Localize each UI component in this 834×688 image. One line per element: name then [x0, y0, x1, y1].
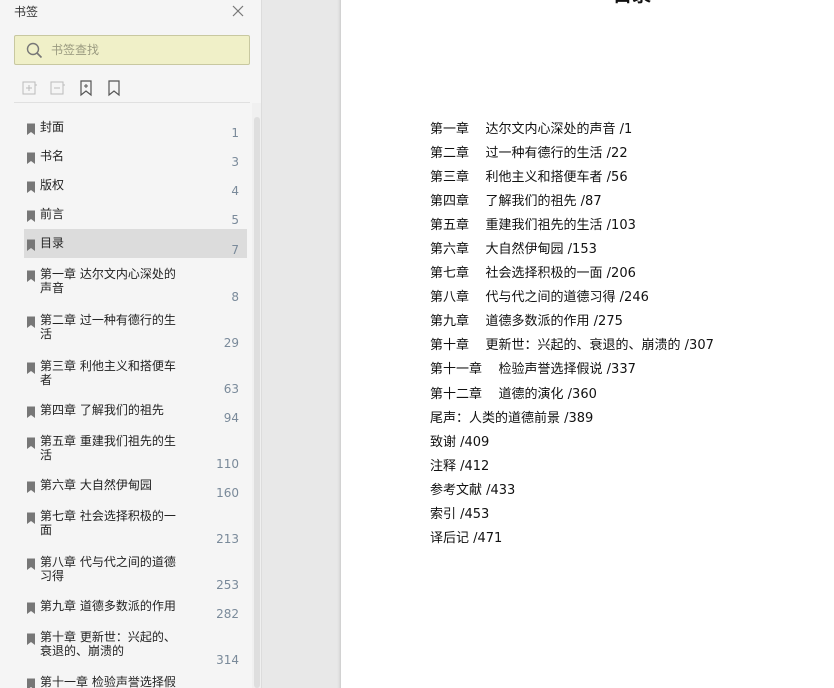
- bookmark-icon: [26, 121, 36, 135]
- bookmark-page-number: 4: [231, 184, 239, 198]
- bookmark-icon: [26, 150, 36, 164]
- bookmark-page-number: 1: [231, 126, 239, 140]
- bookmark-search-box[interactable]: [14, 35, 250, 65]
- bookmark-page-number: 63: [223, 382, 239, 396]
- bookmark-icon: [26, 179, 36, 193]
- toc-entry[interactable]: 尾声：人类的道德前景 /389: [430, 407, 593, 426]
- add-bookmark-icon[interactable]: [76, 78, 96, 98]
- bookmark-scrollbar[interactable]: [252, 103, 261, 688]
- bookmark-label: 第十一章 检验声誉选择假: [40, 675, 176, 688]
- bookmark-item[interactable]: 第八章 代与代之间的道德习得 253: [24, 552, 247, 593]
- bookmark-page-number: 29: [223, 336, 239, 350]
- bookmark-label: 第四章 了解我们的祖先: [40, 403, 164, 417]
- bookmark-item[interactable]: 第九章 道德多数派的作用 282: [24, 596, 247, 622]
- bookmark-icon: [26, 676, 36, 688]
- bookmark-item[interactable]: 第五章 重建我们祖先的生活 110: [24, 431, 247, 472]
- bookmark-label: 封面: [40, 120, 65, 134]
- toc-entry[interactable]: 第十二章 道德的演化 /360: [430, 383, 597, 402]
- bookmark-search-input[interactable]: [51, 36, 241, 64]
- close-icon[interactable]: [229, 2, 247, 20]
- toc-entry[interactable]: 致谢 /409: [430, 431, 489, 450]
- bookmark-icon: [26, 314, 36, 328]
- toc-entry[interactable]: 第四章 了解我们的祖先 /87: [430, 190, 602, 209]
- bookmark-label: 版权: [40, 178, 65, 192]
- collapse-all-icon[interactable]: [48, 78, 68, 98]
- bookmark-page-number: 7: [231, 243, 239, 257]
- bookmark-page-number: 160: [216, 486, 239, 500]
- bookmark-item[interactable]: 第二章 过一种有德行的生活 29: [24, 310, 247, 351]
- search-icon: [26, 42, 43, 59]
- bookmark-page-number: 3: [231, 155, 239, 169]
- bookmark-item[interactable]: 封面 1: [24, 117, 247, 141]
- bookmark-label: 书名: [40, 149, 65, 163]
- bookmark-icon: [26, 600, 36, 614]
- toc-entry[interactable]: 参考文献 /433: [430, 479, 515, 498]
- document-view[interactable]: 目录 第一章 达尔文内心深处的声音 /1 第二章 过一种有德行的生活 /22 第…: [263, 0, 834, 688]
- bookmark-panel: 书签 书签查找 封面 1 书名 3 版权 4 前言 5 目录 7 第一章 达尔文…: [0, 0, 262, 688]
- bookmark-label: 前言: [40, 207, 65, 221]
- toc-entry[interactable]: 译后记 /471: [430, 527, 502, 546]
- toc-entry[interactable]: 第三章 利他主义和搭便车者 /56: [430, 166, 628, 185]
- bookmark-page-number: 110: [216, 457, 239, 471]
- bookmark-item[interactable]: 第七章 社会选择积极的一面 213: [24, 506, 247, 547]
- expand-all-icon[interactable]: [20, 78, 40, 98]
- bookmark-item[interactable]: 第一章 达尔文内心深处的声音 8: [24, 264, 247, 305]
- page-heading: 目录: [341, 0, 834, 7]
- bookmark-icon: [26, 237, 36, 251]
- bookmark-page-number: 5: [231, 213, 239, 227]
- bookmark-panel-title: 书签: [14, 5, 39, 19]
- bookmark-icon: [26, 208, 36, 222]
- bookmark-item[interactable]: 书名 3: [24, 146, 247, 170]
- bookmark-icon: [26, 435, 36, 449]
- bookmark-item[interactable]: 第六章 大自然伊甸园 160: [24, 475, 247, 501]
- bookmark-item-selected[interactable]: 目录 7: [24, 229, 247, 258]
- toc-entry[interactable]: 第二章 过一种有德行的生活 /22: [430, 142, 628, 161]
- bookmark-icon: [26, 268, 36, 282]
- toc-entry[interactable]: 注释 /412: [430, 455, 489, 474]
- bookmark-page-number: 94: [223, 411, 239, 425]
- bookmark-label: 目录: [40, 236, 65, 250]
- scrollbar-thumb[interactable]: [254, 117, 260, 688]
- bookmark-item[interactable]: 第十章 更新世：兴起的、衰退的、崩溃的 314: [24, 627, 247, 668]
- bookmark-icon[interactable]: [104, 78, 124, 98]
- bookmark-label: 第五章 重建我们祖先的生活: [40, 434, 176, 462]
- bookmark-panel-header: 书签: [0, 0, 261, 24]
- bookmark-label: 第八章 代与代之间的道德习得: [40, 555, 176, 583]
- bookmark-item[interactable]: 前言 5: [24, 204, 247, 228]
- bookmark-icon: [26, 510, 36, 524]
- toc-entry[interactable]: 索引 /453: [430, 503, 489, 522]
- bookmark-item[interactable]: 第十一章 检验声誉选择假: [24, 672, 247, 688]
- toc-entry[interactable]: 第五章 重建我们祖先的生活 /103: [430, 214, 636, 233]
- bookmark-page-number: 314: [216, 653, 239, 667]
- bookmark-toolbar: [14, 76, 250, 100]
- bookmark-label: 第九章 道德多数派的作用: [40, 599, 176, 613]
- bookmark-item[interactable]: 第三章 利他主义和搭便车者 63: [24, 356, 247, 397]
- bookmark-item[interactable]: 第四章 了解我们的祖先 94: [24, 400, 247, 426]
- bookmark-item[interactable]: 版权 4: [24, 175, 247, 199]
- bookmark-list: 封面 1 书名 3 版权 4 前言 5 目录 7 第一章 达尔文内心深处的声音 …: [0, 103, 252, 688]
- toc-entry[interactable]: 第八章 代与代之间的道德习得 /246: [430, 286, 649, 305]
- bookmark-page-number: 8: [231, 290, 239, 304]
- bookmark-icon: [26, 556, 36, 570]
- bookmark-label: 第六章 大自然伊甸园: [40, 478, 152, 492]
- document-page: 目录 第一章 达尔文内心深处的声音 /1 第二章 过一种有德行的生活 /22 第…: [341, 0, 834, 688]
- bookmark-label: 第十章 更新世：兴起的、衰退的、崩溃的: [40, 630, 176, 658]
- toc-entry[interactable]: 第九章 道德多数派的作用 /275: [430, 310, 623, 329]
- toc-entry[interactable]: 第十一章 检验声誉选择假说 /337: [430, 358, 636, 377]
- bookmark-page-number: 253: [216, 578, 239, 592]
- bookmark-icon: [26, 404, 36, 418]
- toc-entry[interactable]: 第六章 大自然伊甸园 /153: [430, 238, 597, 257]
- bookmark-label: 第一章 达尔文内心深处的声音: [40, 267, 176, 295]
- bookmark-label: 第二章 过一种有德行的生活: [40, 313, 176, 341]
- bookmark-icon: [26, 360, 36, 374]
- toc-entry[interactable]: 第一章 达尔文内心深处的声音 /1: [430, 118, 632, 137]
- bookmark-icon: [26, 479, 36, 493]
- bookmark-label: 第七章 社会选择积极的一面: [40, 509, 176, 537]
- toc-entry[interactable]: 第七章 社会选择积极的一面 /206: [430, 262, 636, 281]
- bookmark-page-number: 213: [216, 532, 239, 546]
- bookmark-icon: [26, 631, 36, 645]
- toc-entry[interactable]: 第十章 更新世：兴起的、衰退的、崩溃的 /307: [430, 334, 714, 353]
- bookmark-label: 第三章 利他主义和搭便车者: [40, 359, 176, 387]
- bookmark-page-number: 282: [216, 607, 239, 621]
